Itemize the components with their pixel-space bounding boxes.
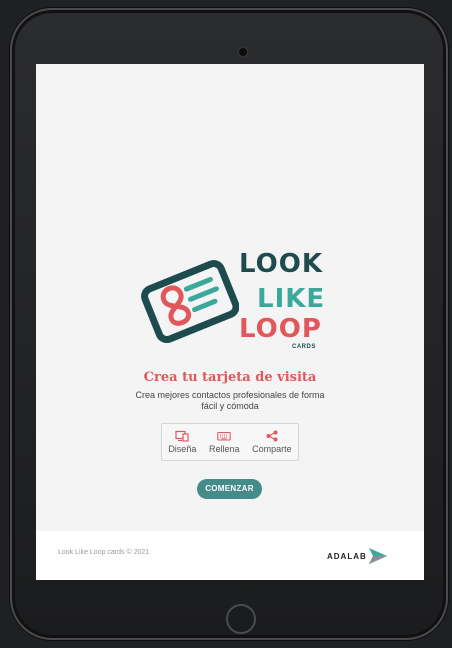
step-design[interactable]: Diseña xyxy=(168,430,196,454)
steps-panel: Diseña Rellena Comparte xyxy=(161,423,299,461)
step-share[interactable]: Comparte xyxy=(252,430,292,454)
step-fill-label: Rellena xyxy=(208,444,240,454)
logo-tag: CARDS xyxy=(292,344,316,350)
logo: LOOK LIKE LOOP CARDS xyxy=(139,249,326,353)
app-screen: LOOK LIKE LOOP CARDS Crea tu tarjeta de … xyxy=(36,64,424,580)
start-button[interactable]: COMENZAR xyxy=(197,479,262,499)
camera-icon xyxy=(238,47,248,57)
keyboard-icon xyxy=(217,431,231,441)
logo-word-look: LOOK xyxy=(239,249,323,279)
share-icon xyxy=(266,430,278,442)
adalab-arrow-icon xyxy=(368,548,387,564)
step-fill[interactable]: Rellena xyxy=(209,430,240,454)
home-button[interactable] xyxy=(226,604,256,634)
adalab-logo-text: ADALAB xyxy=(327,551,367,561)
adalab-logo[interactable]: ADALAB xyxy=(327,546,389,566)
step-share-label: Comparte xyxy=(252,444,292,454)
page-title: Crea tu tarjeta de visita xyxy=(143,370,317,385)
design-icon xyxy=(175,430,189,442)
card-logo-icon xyxy=(141,260,239,343)
step-design-label: Diseña xyxy=(168,444,197,454)
logo-word-like: LIKE xyxy=(257,284,326,314)
footer: Look Like Loop cards © 2021 ADALAB xyxy=(36,531,424,580)
logo-word-loop: LOOP xyxy=(239,314,322,344)
page-subtitle: Crea mejores contactos profesionales de … xyxy=(135,390,325,411)
copyright-text: Look Like Loop cards © 2021 xyxy=(58,549,150,556)
